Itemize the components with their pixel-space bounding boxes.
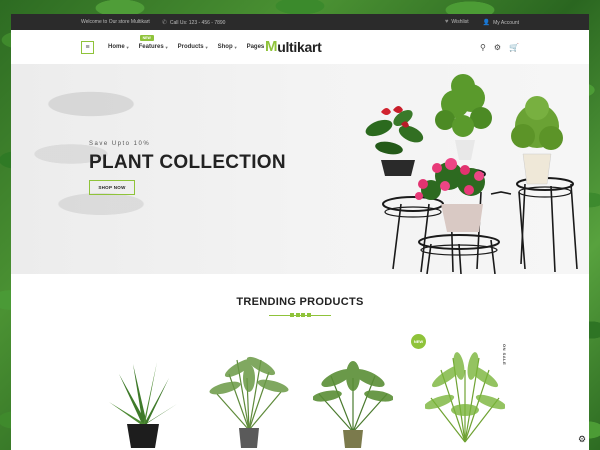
nav-item-products[interactable]: Products ▼ (178, 44, 209, 50)
menu-icon: ≡ (85, 43, 90, 51)
new-badge: NEW (139, 35, 154, 41)
nav-label: Home (108, 44, 125, 50)
settings-fab[interactable]: ⚙ (575, 432, 589, 446)
chevron-down-icon: ▼ (233, 44, 238, 50)
menu-button[interactable]: ≡ (81, 40, 94, 54)
account-link[interactable]: 👤 My Account (483, 19, 519, 26)
new-badge: NEW (411, 334, 426, 349)
nav-label: Products (177, 44, 204, 50)
nav-item-home[interactable]: Home ▼ (108, 44, 130, 50)
logo-text: ultikart (277, 38, 322, 55)
chevron-down-icon: ▼ (164, 44, 169, 50)
wishlist-label: Wishlist (451, 19, 469, 25)
heart-icon: ♥ (444, 19, 449, 25)
welcome-text: Welcome to Our store Multikart (81, 19, 150, 25)
search-icon[interactable]: ⚲ (480, 43, 486, 52)
nav-item-shop[interactable]: Shop ▼ (218, 44, 238, 50)
gear-icon: ⚙ (577, 433, 587, 444)
plant-stand-image (365, 74, 578, 274)
logo-mark: M (265, 38, 278, 55)
phone-icon: ✆ (161, 19, 167, 26)
settings-icon[interactable]: ⚙ (494, 43, 501, 52)
cart-icon[interactable]: 🛒 (509, 43, 519, 52)
chevron-down-icon: ▼ (125, 44, 130, 50)
page: Welcome to Our store Multikart ✆ Call Us:… (11, 14, 589, 450)
nav-label: Features (138, 44, 164, 50)
hero-subtitle: Save Upto 10% (89, 141, 151, 147)
call-us-text: Call Us: 123 - 456 - 7890 (169, 19, 226, 26)
site-logo[interactable]: Multikart (265, 38, 322, 55)
product-image[interactable] (209, 348, 289, 450)
trending-title: TRENDING PRODUCTS (236, 296, 364, 308)
shop-now-button[interactable]: SHOP NOW (89, 180, 135, 195)
nav-label: Shop (217, 44, 233, 50)
product-image[interactable] (313, 354, 393, 450)
chevron-down-icon: ▼ (204, 44, 209, 50)
wishlist-link[interactable]: ♥ Wishlist (445, 19, 469, 25)
nav-item-features[interactable]: NEW Features ▼ (138, 35, 169, 50)
product-image[interactable] (425, 348, 505, 450)
account-label: My Account (493, 19, 519, 26)
product-image[interactable] (103, 354, 183, 450)
top-bar: Welcome to Our store Multikart ✆ Call Us:… (11, 14, 589, 30)
main-header: ≡ Home ▼ NEW Features ▼ Products ▼ Shop ▼ Pag… (11, 30, 589, 64)
user-icon: 👤 (482, 19, 491, 26)
hero-title: PLANT COLLECTION (89, 152, 286, 173)
hero-banner: Save Upto 10% PLANT COLLECTION SHOP NOW (11, 64, 589, 274)
header-icons: ⚲ ⚙ 🛒 (480, 43, 519, 52)
call-us: ✆ Call Us: 123 - 456 - 7890 (162, 19, 226, 26)
main-nav: Home ▼ NEW Features ▼ Products ▼ Shop ▼ Pages… (108, 35, 269, 50)
title-underline (269, 313, 331, 319)
nav-label: Pages (246, 44, 265, 50)
